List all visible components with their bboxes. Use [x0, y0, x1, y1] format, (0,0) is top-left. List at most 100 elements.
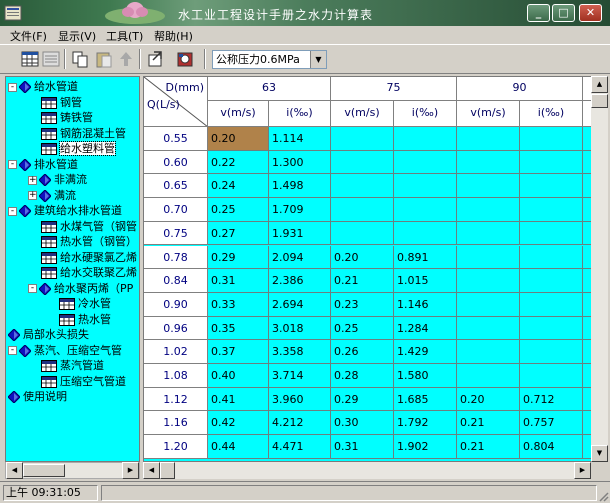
table-cell[interactable]: 0.20 [457, 387, 520, 412]
tree-node[interactable]: - 建筑给水排水管道 [8, 203, 122, 219]
table-cell[interactable]: 3.714 [269, 364, 331, 388]
scroll-thumb[interactable] [160, 462, 175, 479]
tree-node[interactable]: 钢管 [28, 95, 82, 111]
table-cell[interactable]: 0.804 [520, 435, 583, 459]
table-cell[interactable]: 0.20 [331, 245, 394, 270]
table-cell[interactable] [394, 174, 457, 199]
table-cell[interactable] [331, 127, 394, 151]
close-button[interactable]: ✕ [579, 4, 602, 22]
table-cell[interactable] [520, 316, 583, 341]
maximize-button[interactable]: □ [552, 4, 575, 22]
table-cell[interactable] [457, 340, 520, 364]
table-cell[interactable] [457, 127, 520, 151]
table-cell[interactable] [520, 127, 583, 151]
flow-row-header[interactable]: 0.60 [144, 150, 208, 175]
tree-node[interactable]: 给水硬聚氯乙烯 [28, 250, 137, 266]
tree-node[interactable]: 给水交联聚乙烯 [28, 265, 137, 281]
table-cell[interactable] [520, 150, 583, 175]
table-cell[interactable]: 0.22 [208, 150, 269, 175]
table-cell[interactable]: 0.30 [331, 411, 394, 436]
pressure-select[interactable]: 公称压力0.6MPa ▼ [212, 50, 327, 69]
table-cell[interactable]: 1.114 [269, 127, 331, 151]
table-cell[interactable] [520, 198, 583, 222]
tree-node[interactable]: 水煤气管（钢管 [28, 219, 137, 235]
table-cell[interactable] [520, 292, 583, 317]
tree-node[interactable]: 蒸汽管道 [28, 358, 104, 374]
scroll-down-button[interactable]: ▼ [591, 445, 608, 462]
scroll-thumb[interactable] [591, 94, 608, 108]
flow-row-header[interactable]: 0.70 [144, 198, 208, 222]
table-cell[interactable]: 1.902 [394, 435, 457, 459]
scroll-up-button[interactable]: ▲ [591, 76, 608, 93]
table-cell[interactable]: 0.757 [520, 411, 583, 436]
table-cell[interactable]: 0.42 [208, 411, 269, 436]
table-cell[interactable] [457, 198, 520, 222]
menu-help[interactable]: 帮助(H) [154, 28, 193, 44]
table-cell[interactable]: 1.931 [269, 221, 331, 246]
minimize-button[interactable]: _ [527, 4, 550, 22]
collapse-icon[interactable]: - [28, 284, 37, 293]
table-cell[interactable]: 2.094 [269, 245, 331, 270]
tree-node[interactable]: - 排水管道 [8, 157, 78, 173]
scroll-left-button[interactable]: ◀ [6, 462, 23, 479]
table-cell[interactable] [394, 127, 457, 151]
table-cell[interactable] [331, 174, 394, 199]
table-cell[interactable] [457, 292, 520, 317]
hydraulic-table[interactable]: D(mm) Q(L/s) 63 75 90 v(m/s) i(‰) v(m/s) i(‰) v(… [143, 76, 608, 462]
table-cell[interactable]: 0.44 [208, 435, 269, 459]
table-cell[interactable] [457, 150, 520, 175]
table-cell[interactable] [457, 245, 520, 270]
table-cell[interactable]: 1.429 [394, 340, 457, 364]
table-cell[interactable]: 0.41 [208, 387, 269, 412]
flow-row-header[interactable]: 0.78 [144, 245, 208, 270]
table-cell[interactable] [394, 198, 457, 222]
resize-grip-icon[interactable] [597, 490, 609, 502]
list-icon[interactable] [41, 49, 61, 69]
table-cell[interactable]: 0.27 [208, 221, 269, 246]
table-cell[interactable]: 0.24 [208, 174, 269, 199]
table-cell[interactable] [394, 221, 457, 246]
table-cell[interactable]: 4.471 [269, 435, 331, 459]
export-icon[interactable] [146, 49, 166, 69]
grid-horizontal-scrollbar[interactable]: ◀ ▶ [143, 462, 591, 479]
table-cell[interactable]: 0.21 [457, 435, 520, 459]
tree-node[interactable]: + 非满流 [28, 172, 87, 188]
table-cell[interactable]: 0.31 [331, 435, 394, 459]
table-cell[interactable] [520, 174, 583, 199]
tree-node[interactable]: 冷水管 [46, 296, 111, 312]
flow-row-header[interactable]: 0.65 [144, 174, 208, 199]
flow-row-header[interactable]: 0.96 [144, 316, 208, 341]
menu-tools[interactable]: 工具(T) [106, 28, 143, 44]
table-cell[interactable]: 0.35 [208, 316, 269, 341]
category-tree[interactable]: - 给水管道 钢管 铸铁管 钢筋混凝土管 给水塑料管 - 排水管道 + 非满流 + 满流 - 建筑给水排水… [5, 76, 140, 462]
table-cell[interactable]: 0.26 [331, 340, 394, 364]
table-cell[interactable]: 0.21 [331, 269, 394, 293]
flow-row-header[interactable]: 0.84 [144, 269, 208, 293]
tree-node[interactable]: 钢筋混凝土管 [28, 126, 126, 142]
table-cell[interactable] [457, 174, 520, 199]
table-cell[interactable]: 0.712 [520, 387, 583, 412]
scroll-track[interactable] [591, 93, 608, 445]
table-cell[interactable] [331, 198, 394, 222]
flow-row-header[interactable]: 1.12 [144, 387, 208, 412]
tree-node[interactable]: 局部水头损失 [8, 327, 89, 343]
table-cell[interactable]: 1.146 [394, 292, 457, 317]
table-cell[interactable]: 0.23 [331, 292, 394, 317]
table-cell[interactable]: 0.29 [331, 387, 394, 412]
tree-node[interactable]: 使用说明 [8, 389, 67, 405]
collapse-icon[interactable]: - [8, 206, 17, 216]
table-cell[interactable]: 0.40 [208, 364, 269, 388]
tree-node[interactable]: - 给水聚丙烯（PP [28, 281, 133, 297]
table-cell[interactable]: 4.212 [269, 411, 331, 436]
table-cell[interactable]: 0.28 [331, 364, 394, 388]
scroll-right-button[interactable]: ▶ [574, 462, 591, 479]
up-arrow-icon[interactable] [116, 49, 136, 69]
table-cell[interactable]: 1.284 [394, 316, 457, 341]
menu-view[interactable]: 显示(V) [58, 28, 96, 44]
table-cell[interactable]: 1.685 [394, 387, 457, 412]
tree-node[interactable]: 给水塑料管 [28, 141, 116, 157]
table-cell[interactable] [331, 221, 394, 246]
table-cell[interactable]: 3.960 [269, 387, 331, 412]
table-cell[interactable] [457, 364, 520, 388]
menu-file[interactable]: 文件(F) [10, 28, 47, 44]
